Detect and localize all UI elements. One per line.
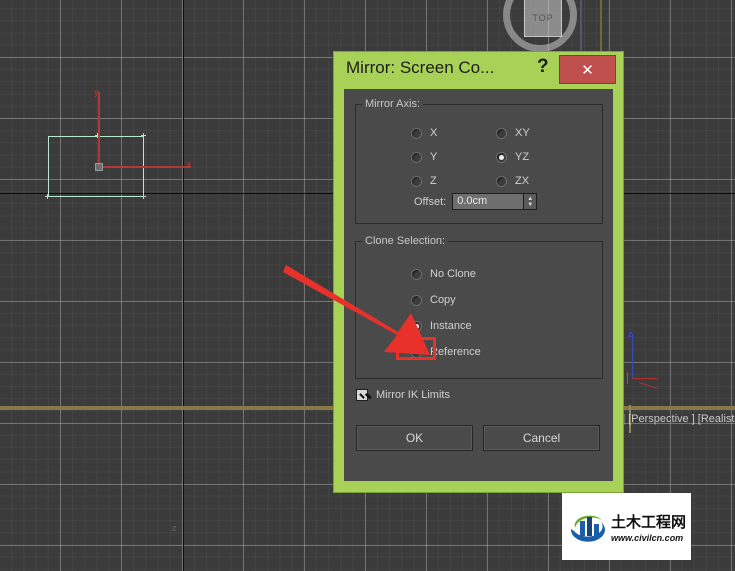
radio-button-yz[interactable] — [496, 151, 507, 163]
help-icon[interactable]: ? — [537, 56, 549, 78]
tripod-z-axis — [632, 334, 633, 378]
radio-option-zx[interactable]: ZX — [496, 175, 529, 187]
radio-option-no-clone[interactable]: No Clone — [411, 268, 476, 280]
tripod-red-axis — [632, 378, 658, 379]
radio-label-yz: YZ — [515, 151, 530, 163]
offset-input[interactable]: 0.0cm — [452, 193, 525, 210]
world-axis-vertical — [183, 0, 184, 571]
radio-label-z: Z — [430, 175, 437, 187]
transform-gizmo-y-axis[interactable] — [98, 92, 100, 168]
viewport-label[interactable]: ] [Perspective ] [Realist — [622, 413, 735, 425]
radio-label-xy: XY — [515, 127, 530, 139]
clone-selection-group-title: Clone Selection: — [362, 235, 449, 247]
radio-label-no-clone: No Clone — [430, 268, 476, 280]
world-z-axis-label: z — [172, 523, 177, 533]
transform-gizmo-x-axis[interactable] — [99, 166, 191, 168]
radio-option-yz[interactable]: YZ — [496, 151, 529, 163]
mirror-ik-limits-checkbox[interactable] — [356, 389, 368, 401]
cancel-button[interactable]: Cancel — [483, 425, 600, 451]
dialog-titlebar[interactable]: Mirror: Screen Co... ? ✕ — [334, 52, 623, 89]
radio-option-y[interactable]: Y — [411, 151, 437, 163]
watermark-site-name: 土木工程网 — [611, 512, 687, 531]
radio-label-reference: Reference — [430, 346, 481, 358]
object-tick-marker — [141, 194, 146, 199]
radio-button-x[interactable] — [411, 127, 422, 139]
radio-label-y: Y — [430, 151, 438, 163]
object-tick-marker — [45, 194, 50, 199]
watermark: 土木工程网 www.civilcn.com — [562, 493, 691, 560]
radio-button-y[interactable] — [411, 151, 422, 163]
radio-button-copy[interactable] — [411, 294, 422, 306]
clone-selection-group: Clone Selection: No Clone Copy Instance … — [355, 235, 603, 379]
viewport-strip-blue — [580, 0, 582, 51]
mirror-ik-limits-row[interactable]: Mirror IK Limits — [356, 389, 450, 401]
radio-button-xy[interactable] — [496, 127, 507, 139]
mirror-axis-group: Mirror Axis: X XY Y YZ Z ZX Offset: 0.0c… — [355, 98, 603, 224]
radio-option-z[interactable]: Z — [411, 175, 437, 187]
radio-button-instance[interactable] — [411, 320, 422, 332]
radio-button-no-clone[interactable] — [411, 268, 422, 280]
dialog-title: Mirror: Screen Co... — [346, 58, 495, 77]
radio-button-z[interactable] — [411, 175, 422, 187]
mirror-axis-group-title: Mirror Axis: — [362, 98, 423, 110]
offset-label: Offset: — [414, 195, 447, 208]
tripod-green-axis — [627, 372, 628, 384]
viewport-strip-olive — [600, 0, 602, 51]
close-icon[interactable]: ✕ — [559, 55, 616, 84]
gizmo-x-axis-label: x — [186, 159, 192, 171]
radio-option-instance[interactable]: Instance — [411, 320, 472, 332]
radio-label-x: X — [430, 127, 438, 139]
mirror-ik-limits-label: Mirror IK Limits — [376, 389, 450, 401]
dialog-body: Mirror Axis: X XY Y YZ Z ZX Offset: 0.0c… — [344, 89, 613, 481]
radio-button-zx[interactable] — [496, 175, 507, 187]
object-tick-marker — [141, 133, 146, 138]
ok-button[interactable]: OK — [356, 425, 473, 451]
radio-label-zx: ZX — [515, 175, 530, 187]
transform-gizmo-center-handle[interactable] — [95, 163, 103, 171]
radio-option-copy[interactable]: Copy — [411, 294, 456, 306]
tripod-z-label: z — [628, 329, 633, 339]
radio-option-xy[interactable]: XY — [496, 127, 530, 139]
radio-label-instance: Instance — [430, 320, 472, 332]
radio-button-reference[interactable] — [411, 346, 422, 358]
gizmo-y-axis-label: y — [94, 87, 99, 97]
offset-row: Offset: 0.0cm ▲ ▼ — [414, 193, 538, 210]
radio-label-copy: Copy — [430, 294, 456, 306]
watermark-logo-icon — [568, 507, 608, 547]
radio-option-x[interactable]: X — [411, 127, 437, 139]
offset-spinner[interactable]: ▲ ▼ — [524, 193, 538, 210]
spinner-down-icon[interactable]: ▼ — [527, 202, 533, 208]
radio-option-reference[interactable]: Reference — [411, 346, 481, 358]
mirror-dialog[interactable]: Mirror: Screen Co... ? ✕ Mirror Axis: X … — [334, 52, 623, 492]
watermark-text: 土木工程网 www.civilcn.com — [611, 511, 686, 543]
watermark-url: www.civilcn.com — [611, 532, 684, 543]
view-cube-face-label[interactable]: TOP — [524, 0, 562, 37]
